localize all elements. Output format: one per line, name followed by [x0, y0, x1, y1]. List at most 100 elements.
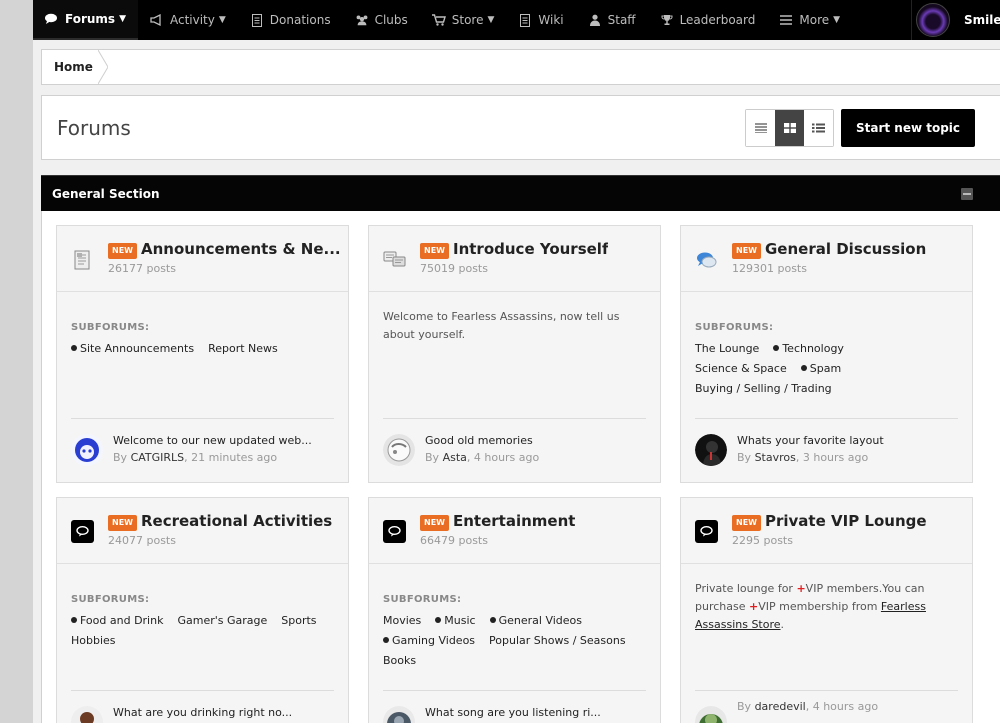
subforum-link[interactable]: Popular Shows / Seasons [489, 634, 626, 647]
author-avatar[interactable] [71, 706, 103, 723]
forum-card-body: SUBFORUMS: Food and Drink Gamer's Garage S… [57, 564, 348, 691]
last-post-by-label: By [737, 451, 752, 464]
forum-card[interactable]: NEW Private VIP Lounge 2295 posts Privat… [680, 497, 973, 723]
last-post-meta: By CATGIRLS, 21 minutes ago [113, 451, 277, 464]
last-post-by-label: By [113, 451, 128, 464]
subforum-link[interactable]: The Lounge [695, 342, 759, 355]
view-table-button[interactable] [746, 110, 775, 146]
subforum-link[interactable]: Spam [801, 362, 841, 375]
description-text: VIP membership from [758, 600, 881, 613]
comment-icon [71, 520, 94, 543]
grid-icon [783, 123, 796, 133]
forum-card[interactable]: NEW General Discussion 129301 posts SUBF… [680, 225, 973, 483]
document-icon [250, 13, 264, 27]
nav-donations[interactable]: Donations [238, 0, 343, 40]
subforum-link[interactable]: Food and Drink [71, 614, 163, 627]
forum-title[interactable]: Private VIP Lounge [765, 512, 927, 530]
caret-down-icon: ▼ [119, 14, 126, 24]
users-icon [355, 14, 369, 26]
author-avatar[interactable] [71, 434, 103, 466]
description-text: Private lounge for [695, 582, 797, 595]
forum-title[interactable]: Entertainment [453, 512, 575, 530]
subforum-link[interactable]: Gaming Videos [383, 634, 475, 647]
author-avatar[interactable] [383, 434, 415, 466]
last-post-title[interactable]: Good old memories [425, 434, 533, 447]
last-post-meta: By daredevil, 4 hours ago [737, 700, 878, 713]
forum-card[interactable]: NEW Announcements & Ne... 26177 posts SU… [56, 225, 349, 483]
nav-store[interactable]: Store ▼ [420, 0, 507, 40]
nav-clubs[interactable]: Clubs [343, 0, 420, 40]
forum-post-count: 75019 posts [420, 262, 488, 275]
new-badge: NEW [420, 515, 449, 531]
last-post-title[interactable]: What song are you listening ri... [425, 706, 601, 719]
forum-post-count: 129301 posts [732, 262, 807, 275]
new-badge: NEW [108, 243, 137, 259]
subforum-link[interactable]: Movies [383, 614, 421, 627]
subforum-list: Food and Drink Gamer's Garage Sports Hobbi… [71, 611, 338, 651]
subforum-link[interactable]: Science & Space [695, 362, 787, 375]
menu-icon [779, 14, 793, 26]
subforum-link[interactable]: Sports [281, 614, 316, 627]
forum-title[interactable]: Recreational Activities [141, 512, 332, 530]
cart-icon [431, 14, 446, 26]
last-post-time: , 4 hours ago [466, 451, 540, 464]
subforum-link[interactable]: Technology [773, 342, 844, 355]
last-post-author[interactable]: Asta [443, 451, 467, 464]
subforums-label: SUBFORUMS: [71, 594, 150, 605]
author-avatar[interactable] [695, 434, 727, 466]
user-menu[interactable]: Smiley [911, 0, 1000, 40]
last-post-meta: By Stavros, 3 hours ago [737, 451, 868, 464]
last-post-by-label: By [425, 451, 440, 464]
last-post-title[interactable]: What are you drinking right no... [113, 706, 292, 719]
forum-post-count: 2295 posts [732, 534, 793, 547]
breadcrumb-home[interactable]: Home [42, 50, 105, 84]
forum-title[interactable]: Announcements & Ne... [141, 240, 341, 258]
subforum-link[interactable]: Hobbies [71, 634, 116, 647]
new-badge: NEW [108, 515, 137, 531]
forum-title[interactable]: General Discussion [765, 240, 926, 258]
subforum-link[interactable]: Buying / Selling / Trading [695, 382, 832, 395]
forum-card-body: SUBFORUMS: The Lounge Technology Science … [681, 292, 972, 419]
last-post-author[interactable]: CATGIRLS [131, 451, 185, 464]
forum-card[interactable]: NEW Introduce Yourself 75019 posts Welco… [368, 225, 661, 483]
last-post-title[interactable]: Whats your favorite layout [737, 434, 884, 447]
last-post-author[interactable]: Stavros [755, 451, 796, 464]
forum-card-header: NEW General Discussion 129301 posts [681, 226, 972, 292]
last-post-author[interactable]: daredevil [755, 700, 806, 713]
forum-title[interactable]: Introduce Yourself [453, 240, 608, 258]
subforum-link[interactable]: Site Announcements [71, 342, 194, 355]
nav-label: Donations [269, 13, 331, 27]
subforum-link[interactable]: Gamer's Garage [177, 614, 267, 627]
view-grid-button[interactable] [775, 110, 804, 146]
forum-card[interactable]: NEW Entertainment 66479 posts SUBFORUMS:… [368, 497, 661, 723]
subforum-link[interactable]: Music [435, 614, 475, 627]
last-post-title[interactable]: Welcome to our new updated web... [113, 434, 312, 447]
forum-card[interactable]: NEW Recreational Activities 24077 posts … [56, 497, 349, 723]
view-switcher [745, 109, 834, 147]
vip-plus-mark: + [796, 582, 806, 595]
nav-wiki[interactable]: Wiki [506, 0, 575, 40]
subforum-link[interactable]: Books [383, 654, 416, 667]
view-fluid-button[interactable] [804, 110, 833, 146]
forum-card-body: Welcome to Fearless Assassins, now tell … [369, 292, 660, 419]
author-avatar[interactable] [695, 706, 727, 723]
user-avatar[interactable] [916, 3, 950, 37]
last-post-by-label: By [737, 700, 752, 713]
collapse-icon[interactable] [961, 188, 973, 200]
megaphone-icon [150, 14, 164, 26]
subforum-link[interactable]: Report News [208, 342, 278, 355]
subforum-link[interactable]: General Videos [490, 614, 582, 627]
forum-description: Private lounge for +VIP members.You can … [695, 580, 958, 634]
subforums-label: SUBFORUMS: [71, 322, 150, 333]
user-name[interactable]: Smiley [964, 13, 1000, 27]
last-post: By daredevil, 4 hours ago [681, 690, 972, 723]
nav-activity[interactable]: Activity ▼ [138, 0, 238, 40]
nav-more[interactable]: More ▼ [767, 0, 852, 40]
last-post-time: , 4 hours ago [805, 700, 879, 713]
start-new-topic-button[interactable]: Start new topic [841, 109, 975, 147]
nav-forums[interactable]: Forums ▼ [33, 0, 138, 40]
last-post: What are you drinking right no... [57, 690, 348, 723]
author-avatar[interactable] [383, 706, 415, 723]
nav-staff[interactable]: Staff [576, 0, 648, 40]
nav-leaderboard[interactable]: Leaderboard [648, 0, 768, 40]
